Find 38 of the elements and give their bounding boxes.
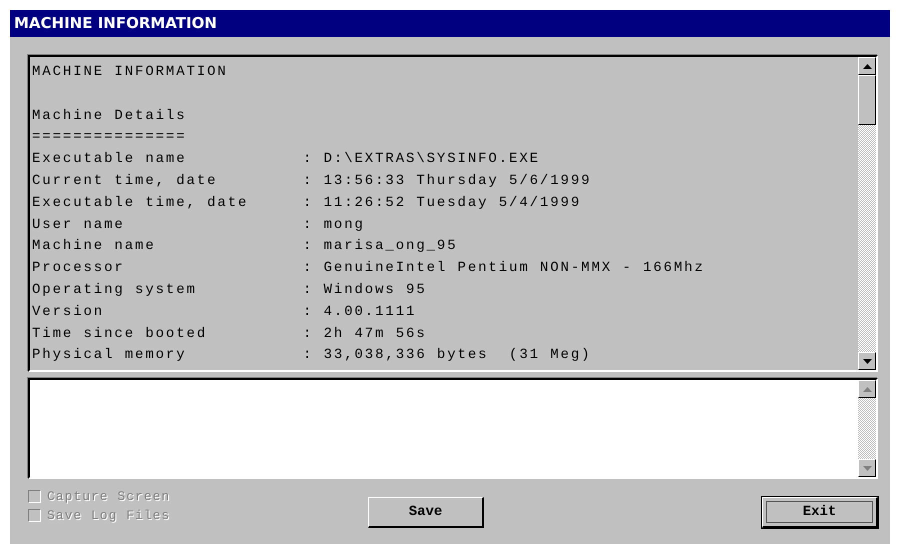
- field-value: : Windows 95: [303, 280, 427, 300]
- field-label: Physical memory: [32, 346, 188, 366]
- down-triangle-icon: [862, 358, 872, 364]
- field-value: : 33,038,336 bytes (31 Meg): [303, 346, 592, 366]
- field-label: Operating system: [32, 280, 198, 300]
- field-label: Executable name: [32, 150, 188, 170]
- checkbox-label: Save Log Files: [47, 508, 170, 523]
- field-value: : 4.00.1111: [303, 302, 416, 322]
- output-text-area[interactable]: [28, 378, 878, 479]
- log-line: ===============: [32, 128, 187, 148]
- window-title: MACHINE INFORMATION: [10, 10, 890, 37]
- field-value: : D:\EXTRAS\SYSINFO.EXE: [303, 150, 540, 170]
- field-label: Machine name: [32, 237, 157, 256]
- scroll-down-button[interactable]: [858, 459, 876, 477]
- field-value: : marisa_ong_95: [303, 237, 458, 256]
- up-triangle-icon: [862, 64, 872, 68]
- scroll-up-button[interactable]: [858, 380, 876, 398]
- button[interactable]: Exit: [762, 497, 878, 528]
- scroll-down-button[interactable]: [858, 352, 876, 370]
- log-line: Machine Details: [32, 106, 187, 126]
- field-label: Time since booted: [32, 324, 208, 344]
- field-label: Processor: [32, 259, 126, 278]
- scroll-thumb[interactable]: [858, 75, 876, 125]
- field-label: User name: [32, 216, 126, 235]
- scroll-up-button[interactable]: [858, 57, 876, 75]
- field-value: : 13:56:33 Thursday 5/6/1999: [303, 172, 592, 191]
- field-value: : 11:26:52 Tuesday 5/4/1999: [303, 194, 582, 213]
- field-label: Current time, date: [32, 172, 218, 191]
- up-triangle-icon: [862, 386, 872, 392]
- field-label: Version: [32, 302, 106, 322]
- field-value: : 2h 47m 56s: [303, 324, 427, 344]
- down-triangle-icon: [862, 466, 872, 470]
- checkbox-label: Capture Screen: [47, 489, 170, 504]
- log-line: MACHINE INFORMATION: [32, 63, 228, 82]
- field-value: : mong: [303, 216, 365, 235]
- field-label: Executable time, date: [32, 194, 250, 213]
- field-value: : GenuineIntel Pentium NON-MMX - 166Mhz: [303, 259, 705, 278]
- button[interactable]: Save: [368, 497, 484, 528]
